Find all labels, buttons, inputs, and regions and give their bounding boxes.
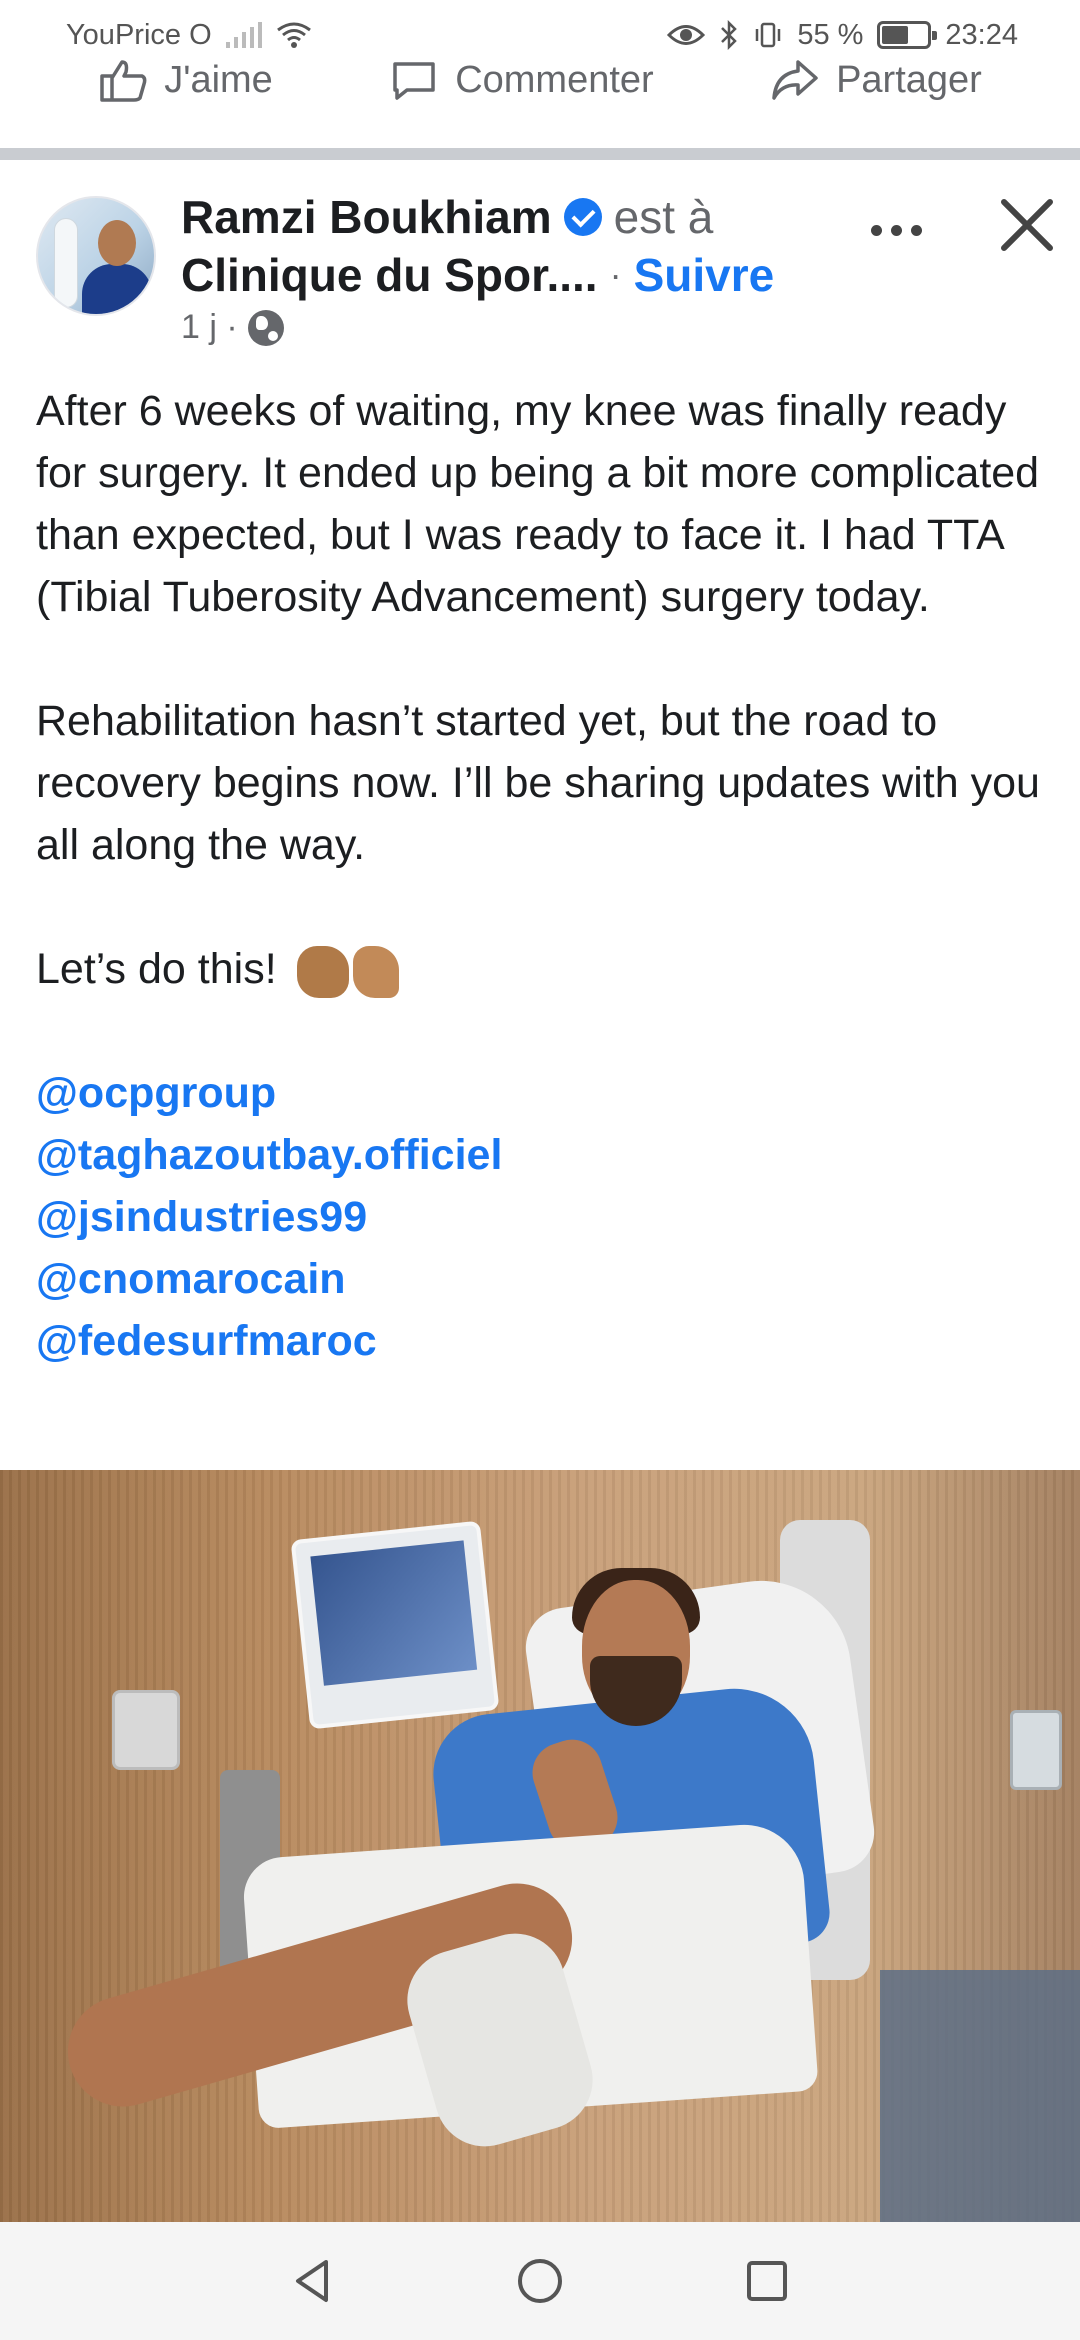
call-me-hand-emoji-icon bbox=[352, 945, 399, 998]
share-icon bbox=[772, 60, 818, 100]
like-button[interactable]: J'aime bbox=[98, 58, 273, 102]
emoji-group bbox=[296, 945, 399, 998]
battery-icon bbox=[877, 21, 938, 49]
post-header: Ramzi Boukhiam est à Clinique du Spor...… bbox=[36, 190, 1053, 370]
mention-link[interactable]: @fedesurfmaroc bbox=[36, 1310, 1046, 1372]
comment-icon bbox=[393, 62, 435, 100]
globe-icon bbox=[247, 309, 284, 346]
home-circle-icon bbox=[517, 2259, 562, 2303]
bedside-tablet bbox=[290, 1520, 500, 1730]
nav-home-button[interactable] bbox=[510, 2251, 570, 2311]
status-right: 55 % 23:24 bbox=[667, 19, 1018, 52]
clock: 23:24 bbox=[945, 18, 1018, 51]
flexed-biceps-emoji-icon bbox=[296, 945, 349, 998]
share-button[interactable]: Partager bbox=[770, 58, 982, 102]
verified-badge-icon bbox=[563, 198, 602, 236]
post-photo[interactable] bbox=[0, 1470, 1080, 2222]
floor bbox=[880, 1970, 1080, 2222]
post-timestamp[interactable]: 1 j · bbox=[181, 308, 238, 347]
location-line: Clinique du Spor.... · Suivre bbox=[181, 248, 774, 302]
eye-icon bbox=[667, 25, 706, 45]
mention-link[interactable]: @cnomarocain bbox=[36, 1248, 1046, 1310]
battery-percent: 55 % bbox=[797, 18, 864, 51]
post-paragraph-closing: Let’s do this! bbox=[36, 938, 1046, 1000]
thumbs-up-icon bbox=[100, 60, 147, 102]
back-triangle-icon bbox=[296, 2260, 329, 2302]
wall-monitor bbox=[1010, 1710, 1062, 1790]
mention-link[interactable]: @ocpgroup bbox=[36, 1062, 1046, 1124]
follow-button[interactable]: Suivre bbox=[634, 248, 775, 302]
comment-button[interactable]: Commenter bbox=[389, 58, 654, 102]
bluetooth-icon bbox=[721, 20, 738, 50]
post-body: After 6 weeks of waiting, my knee was fi… bbox=[36, 380, 1046, 1372]
post-paragraph: Rehabilitation hasn’t started yet, but t… bbox=[36, 697, 1040, 869]
nav-recents-button[interactable] bbox=[737, 2251, 797, 2311]
author-name[interactable]: Ramzi Boukhiam bbox=[181, 190, 552, 244]
is-at-text: est à bbox=[613, 191, 714, 243]
nav-back-button[interactable] bbox=[283, 2251, 343, 2311]
signal-icon bbox=[225, 22, 262, 48]
avatar[interactable] bbox=[36, 196, 156, 316]
share-label: Partager bbox=[836, 58, 982, 101]
comment-label: Commenter bbox=[455, 58, 654, 101]
more-options-button[interactable] bbox=[856, 210, 936, 250]
close-icon[interactable] bbox=[992, 190, 1062, 260]
recents-square-icon bbox=[746, 2261, 787, 2301]
mention-link[interactable]: @jsindustries99 bbox=[36, 1186, 1046, 1248]
wall-outlet bbox=[112, 1690, 180, 1770]
location-name[interactable]: Clinique du Spor.... bbox=[181, 248, 598, 302]
like-label: J'aime bbox=[164, 58, 273, 101]
author-line: Ramzi Boukhiam est à bbox=[181, 190, 713, 244]
mention-link[interactable]: @taghazoutbay.officiel bbox=[36, 1124, 1046, 1186]
vibrate-icon bbox=[756, 22, 781, 48]
mentions-list: @ocpgroup @taghazoutbay.officiel @jsindu… bbox=[36, 1062, 1046, 1372]
more-options-icon bbox=[870, 224, 882, 236]
section-divider bbox=[0, 148, 1080, 160]
system-nav-bar bbox=[0, 2222, 1080, 2340]
post-actions-row: J'aime Commenter Partager bbox=[0, 52, 1080, 108]
post-meta: 1 j · bbox=[181, 308, 284, 347]
separator-dot: · bbox=[609, 254, 622, 295]
closing-text: Let’s do this! bbox=[36, 945, 277, 993]
wifi-icon bbox=[276, 22, 311, 48]
status-left: YouPrice O bbox=[66, 19, 312, 52]
post-paragraph: After 6 weeks of waiting, my knee was fi… bbox=[36, 387, 1040, 621]
carrier-label: YouPrice O bbox=[66, 18, 212, 51]
